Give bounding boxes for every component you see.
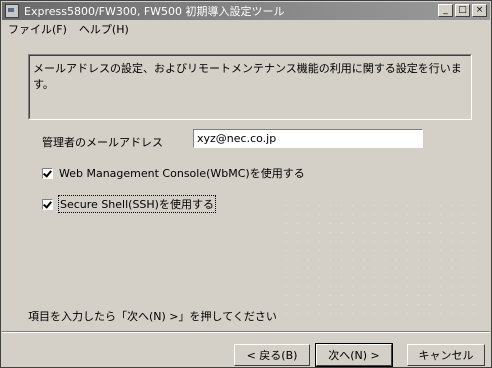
- wbmc-checkbox[interactable]: [42, 167, 53, 179]
- window-title: Express5800/FW300, FW500 初期導入設定ツール: [24, 5, 285, 18]
- admin-email-input[interactable]: [193, 129, 423, 148]
- maximize-button[interactable]: □: [455, 4, 470, 17]
- close-button[interactable]: ×: [472, 4, 487, 17]
- menu-bar: ファイル(F) ヘルプ(H): [2, 20, 490, 37]
- setup-tool-window: Express5800/FW300, FW500 初期導入設定ツール _ □ ×…: [0, 0, 492, 368]
- cancel-button[interactable]: キャンセル: [407, 344, 485, 366]
- ssh-checkbox[interactable]: [42, 198, 53, 210]
- title-bar[interactable]: Express5800/FW300, FW500 初期導入設定ツール _ □ ×: [2, 2, 490, 20]
- background-texture: [281, 201, 481, 321]
- ssh-checkbox-row[interactable]: Secure Shell(SSH)を使用する: [42, 195, 216, 213]
- wbmc-checkbox-row[interactable]: Web Management Console(WbMC)を使用する: [42, 165, 305, 181]
- menu-file[interactable]: ファイル(F): [2, 21, 73, 37]
- instruction-text: 項目を入力したら「次へ(N) >」を押してください: [28, 310, 277, 323]
- description-panel: メールアドレスの設定、およびリモートメンテナンス機能の利用に関する設定を行います…: [28, 54, 472, 120]
- minimize-button[interactable]: _: [438, 4, 453, 17]
- ssh-checkbox-label: Secure Shell(SSH)を使用する: [58, 195, 216, 213]
- next-button[interactable]: 次へ(N) >: [315, 343, 393, 367]
- wbmc-checkbox-label: Web Management Console(WbMC)を使用する: [59, 167, 305, 180]
- back-button[interactable]: < 戻る(B): [234, 344, 310, 366]
- admin-email-label: 管理者のメールアドレス: [42, 136, 163, 149]
- app-icon: [5, 4, 19, 18]
- caption-buttons: _ □ ×: [436, 4, 487, 17]
- menu-help[interactable]: ヘルプ(H): [73, 21, 135, 37]
- description-text: メールアドレスの設定、およびリモートメンテナンス機能の利用に関する設定を行います…: [33, 62, 462, 91]
- button-separator: [2, 331, 490, 333]
